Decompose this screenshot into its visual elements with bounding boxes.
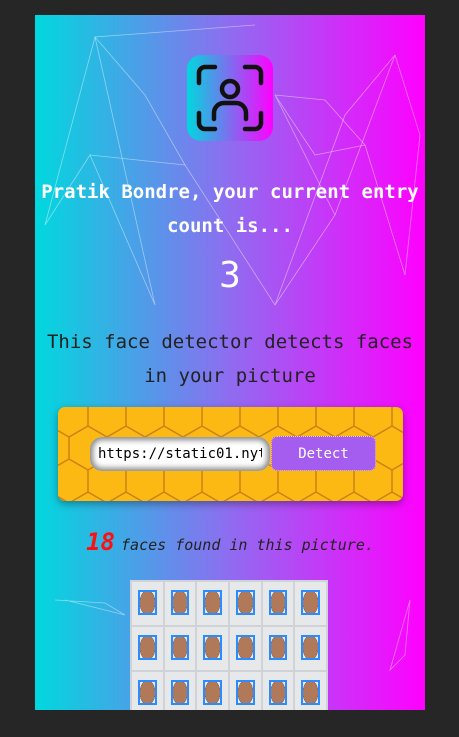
face-detection-box: [132, 582, 163, 625]
image-url-input[interactable]: [90, 437, 270, 471]
face-detection-box: [295, 672, 326, 710]
detect-form: Detect: [58, 407, 403, 501]
face-detection-box: [262, 582, 294, 625]
face-detection-box: [132, 627, 163, 670]
face-detection-box: [229, 627, 261, 670]
detected-faces-image: [130, 580, 328, 710]
face-detection-box: [197, 627, 228, 670]
entry-count-value: 3: [219, 255, 241, 296]
entry-count-heading: Pratik Bondre, your current entry count …: [41, 181, 419, 237]
face-detection-box: [164, 672, 196, 710]
result-text: 18 faces found in this picture.: [35, 528, 425, 556]
face-detection-box: [229, 672, 261, 710]
face-detection-box: [197, 672, 228, 710]
app-panel: Pratik Bondre, your current entry count …: [35, 15, 425, 710]
face-id-logo: [187, 55, 273, 141]
face-id-icon: [196, 64, 264, 132]
face-detection-box: [132, 672, 163, 710]
face-detection-box: [164, 627, 196, 670]
face-detection-box: [295, 627, 326, 670]
face-detection-box: [262, 672, 294, 710]
face-detection-box: [295, 582, 326, 625]
face-detection-box: [197, 582, 228, 625]
face-detection-box: [229, 582, 261, 625]
description-text: This face detector detects faces in your…: [46, 331, 414, 387]
detect-button[interactable]: Detect: [271, 436, 376, 471]
faces-found-label: faces found in this picture.: [121, 536, 374, 554]
faces-count: 18: [86, 528, 116, 556]
face-detection-box: [262, 627, 294, 670]
face-detection-box: [164, 582, 196, 625]
